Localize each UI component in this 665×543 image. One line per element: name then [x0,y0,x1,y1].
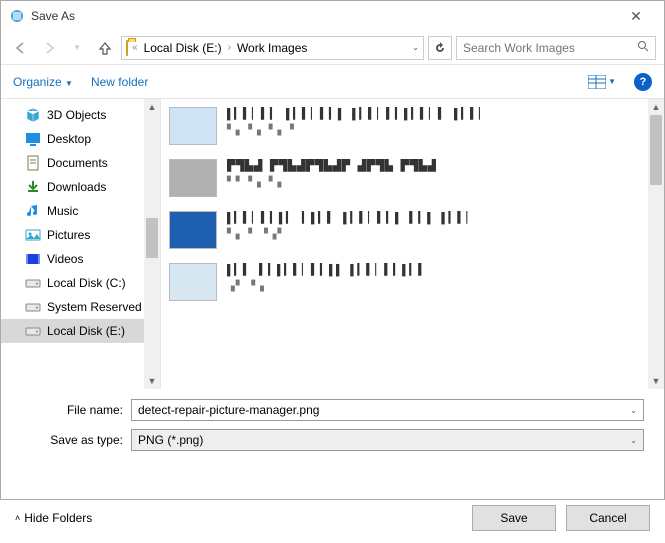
search-box[interactable] [456,36,656,60]
search-input[interactable] [463,41,637,55]
doc-icon [25,155,41,171]
save-button[interactable]: Save [472,505,556,531]
recent-dropdown[interactable]: ▼ [65,36,89,60]
scroll-up-icon[interactable]: ▲ [144,99,160,115]
sidebar-item-downloads[interactable]: Downloads [1,175,160,199]
filename-field[interactable]: ⌄ [131,399,644,421]
chevron-up-icon: ˄ [15,513,20,523]
file-row[interactable]: ▌▎▍▏▍▎▌▎ ▎▌▎▍ ▌▎▍▏▍▎▌ ▍▎▌ ▌▎▍▏ ▘▖▝ ▝▗▘ [169,211,644,249]
sidebar-item-label: 3D Objects [47,108,106,122]
form-area: File name: ⌄ Save as type: PNG (*.png) ⌄ [1,389,664,465]
sidebar-item-label: Videos [47,252,83,266]
breadcrumb-prefix: « [132,42,138,53]
view-mode-button[interactable]: ▼ [588,75,616,89]
sidebar: 3D Objects Desktop Documents Downloads Music… [1,99,161,389]
chevron-down-icon: ▼ [608,77,616,86]
disk-icon [25,275,41,291]
type-value: PNG (*.png) [138,433,203,447]
chevron-down-icon: ▼ [65,79,73,88]
scroll-up-icon[interactable]: ▲ [648,99,664,115]
sidebar-item-documents[interactable]: Documents [1,151,160,175]
sidebar-item-label: Downloads [47,180,106,194]
footer: ˄ Hide Folders Save Cancel [1,493,664,543]
sidebar-item-label: Desktop [47,132,91,146]
up-button[interactable] [93,36,117,60]
sidebar-item-pictures[interactable]: Pictures [1,223,160,247]
sidebar-item-label: Documents [47,156,108,170]
sidebar-item-system-reserved[interactable]: System Reserved [1,295,160,319]
sidebar-item-videos[interactable]: Videos [1,247,160,271]
hide-folders-toggle[interactable]: ˄ Hide Folders [15,511,92,525]
disk-icon [25,299,41,315]
sidebar-item-label: Local Disk (C:) [47,276,126,290]
title-bar: Save As ✕ [1,1,664,31]
video-icon [25,251,41,267]
sidebar-item-local-disk-e-[interactable]: Local Disk (E:) [1,319,160,343]
new-folder-button[interactable]: New folder [91,75,148,89]
sidebar-item-local-disk-c-[interactable]: Local Disk (C:) [1,271,160,295]
back-button[interactable] [9,36,33,60]
search-icon [637,40,649,55]
file-name: ▛▜▙▟ ▛▜▙▟▛▜▙▟▛ ▟▛▜▙ ▛▜▙▟ [227,159,436,173]
address-bar[interactable]: « Local Disk (E:) › Work Images ⌄ [121,36,424,60]
breadcrumb-disk[interactable]: Local Disk (E:) [142,41,224,55]
file-meta: ▘▖▝ ▝▗▘ [227,229,475,241]
content-scrollbar[interactable]: ▲ ▼ [648,99,664,389]
help-button[interactable]: ? [634,73,652,91]
sidebar-item-label: System Reserved [47,300,142,314]
file-name: ▌▎▍▏▍▎▌▎ ▎▌▎▍ ▌▎▍▏▍▎▌ ▍▎▌ ▌▎▍▏ [227,211,475,225]
sidebar-item-desktop[interactable]: Desktop [1,127,160,151]
sidebar-item-3d-objects[interactable]: 3D Objects [1,103,160,127]
chevron-right-icon: › [228,42,231,53]
file-thumbnail [169,107,217,145]
file-meta: ▘▘▝▗ ▘▖ [227,177,436,189]
nav-bar: ▼ « Local Disk (E:) › Work Images ⌄ [1,31,664,65]
folder-icon [126,41,128,55]
file-thumbnail [169,263,217,301]
chevron-down-icon: ⌄ [630,436,637,445]
organize-menu[interactable]: Organize ▼ [13,75,73,89]
file-list-pane: ▌▎▍▏▍▎ ▌▎▍▏▍▎▌ ▌▎▍▏▍▎▌▎▍▏▍ ▌▎▍▏ ▘▖▝▗ ▘▖▝ ▛… [161,99,664,389]
file-thumbnail [169,211,217,249]
filename-input[interactable] [138,403,630,417]
refresh-button[interactable] [428,36,452,60]
type-combo[interactable]: PNG (*.png) ⌄ [131,429,644,451]
file-name: ▌▎▍▏▍▎ ▌▎▍▏▍▎▌ ▌▎▍▏▍▎▌▎▍▏▍ ▌▎▍▏ [227,107,488,121]
file-row[interactable]: ▌▎▍ ▍▎▌▎▍▏▍▎▌▌ ▌▎▍▏▍▎▌▎▍ ▗▘ ▘▖ [169,263,644,301]
app-icon [9,8,25,24]
sidebar-item-label: Music [47,204,78,218]
download-icon [25,179,41,195]
sidebar-item-music[interactable]: Music [1,199,160,223]
address-dropdown-icon[interactable]: ⌄ [412,43,419,52]
cancel-button[interactable]: Cancel [566,505,650,531]
file-row[interactable]: ▌▎▍▏▍▎ ▌▎▍▏▍▎▌ ▌▎▍▏▍▎▌▎▍▏▍ ▌▎▍▏ ▘▖▝▗ ▘▖▝ [169,107,644,145]
forward-button[interactable] [37,36,61,60]
sidebar-item-label: Local Disk (E:) [47,324,125,338]
cube-icon [25,107,41,123]
desktop-icon [25,131,41,147]
scroll-down-icon[interactable]: ▼ [648,373,664,389]
toolbar: Organize ▼ New folder ▼ ? [1,65,664,99]
scroll-down-icon[interactable]: ▼ [144,373,160,389]
breadcrumb-folder[interactable]: Work Images [235,41,309,55]
disk-icon [25,323,41,339]
file-meta: ▗▘ ▘▖ [227,281,427,293]
chevron-down-icon[interactable]: ⌄ [630,406,637,415]
file-meta: ▘▖▝▗ ▘▖▝ [227,125,488,137]
filename-label: File name: [21,403,131,417]
window-title: Save As [31,9,616,23]
type-label: Save as type: [21,433,131,447]
file-row[interactable]: ▛▜▙▟ ▛▜▙▟▛▜▙▟▛ ▟▛▜▙ ▛▜▙▟ ▘▘▝▗ ▘▖ [169,159,644,197]
pictures-icon [25,227,41,243]
music-icon [25,203,41,219]
sidebar-item-label: Pictures [47,228,90,242]
file-name: ▌▎▍ ▍▎▌▎▍▏▍▎▌▌ ▌▎▍▏▍▎▌▎▍ [227,263,427,277]
sidebar-scrollbar[interactable]: ▲ ▼ [144,99,160,389]
close-button[interactable]: ✕ [616,8,656,25]
file-thumbnail [169,159,217,197]
